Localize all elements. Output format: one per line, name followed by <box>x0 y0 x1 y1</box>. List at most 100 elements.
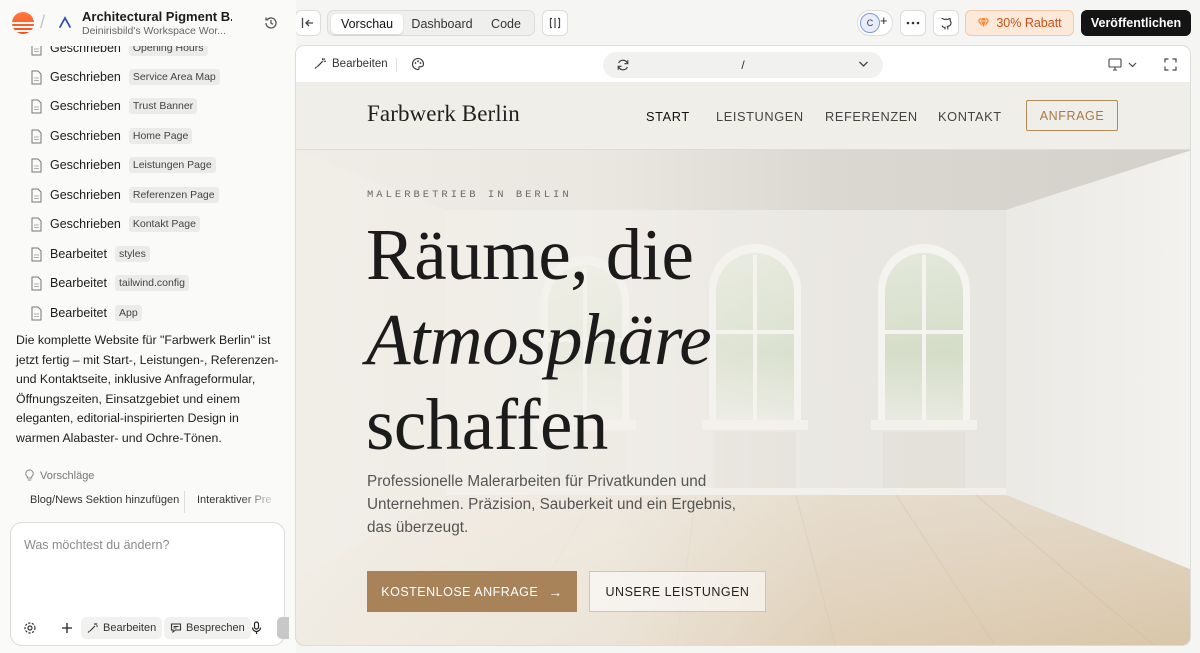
edit-mode-button[interactable]: Bearbeiten <box>81 617 163 639</box>
discuss-mode-label: Besprechen <box>186 622 245 634</box>
file-icon <box>31 70 42 84</box>
file-action: Geschrieben <box>50 188 121 202</box>
breadcrumb-separator: / <box>40 12 46 32</box>
composer-input[interactable]: Was möchtest du ändern? <box>24 538 169 552</box>
avatar: C <box>860 13 880 33</box>
file-action: Geschrieben <box>50 99 121 113</box>
chevron-down-icon <box>1128 62 1137 67</box>
list-item[interactable]: Geschrieben Home Page <box>30 126 193 146</box>
chip-divider <box>184 491 185 513</box>
voice-button[interactable] <box>251 617 266 639</box>
website-preview: Farbwerk Berlin START LEISTUNGEN REFEREN… <box>296 83 1190 645</box>
chat-sidebar: Geschrieben Opening Hours Geschrieben Se… <box>0 0 296 653</box>
file-action: Bearbeitet <box>50 276 107 290</box>
tab-vorschau[interactable]: Vorschau <box>331 14 403 34</box>
discuss-mode-button[interactable]: Besprechen <box>164 617 251 639</box>
split-view-icon <box>549 17 561 29</box>
hero-headline-line-3: schaffen <box>366 384 608 465</box>
collapse-sidebar-icon <box>301 18 313 28</box>
project-title[interactable]: Architectural Pigment B... <box>82 9 232 24</box>
preview-panel: Bearbeiten / Farbwerk Berlin START LEIST… <box>295 45 1191 646</box>
file-icon <box>31 158 42 172</box>
settings-icon <box>24 622 36 634</box>
arrow-right-icon: → <box>548 583 563 600</box>
suggestions-label: Vorschläge <box>40 469 95 482</box>
settings-button[interactable] <box>23 617 41 639</box>
collaborators[interactable]: C + <box>857 10 893 36</box>
workspace-name: Deinirisbild's Workspace Wor... <box>82 25 226 37</box>
nav-kontakt[interactable]: KONTAKT <box>938 109 1002 124</box>
monitor-icon <box>1108 58 1122 71</box>
file-icon <box>31 306 42 320</box>
nav-start[interactable]: START <box>646 109 690 124</box>
list-item[interactable]: Geschrieben Leistungen Page <box>30 155 216 175</box>
toolbar-divider <box>396 58 397 72</box>
nav-anfrage-button[interactable]: ANFRAGE <box>1026 100 1118 131</box>
file-tag: Referenzen Page <box>128 187 219 203</box>
discount-button[interactable]: 30% Rabatt <box>965 10 1074 36</box>
split-view-button[interactable] <box>542 10 568 36</box>
url-bar[interactable]: / <box>603 52 883 78</box>
mic-icon <box>251 621 262 634</box>
our-services-button[interactable]: UNSERE LEISTUNGEN <box>589 571 766 612</box>
publish-button[interactable]: Veröffentlichen <box>1081 10 1191 36</box>
add-attachment-button[interactable] <box>61 617 77 639</box>
file-icon <box>31 129 42 143</box>
github-icon <box>941 17 952 30</box>
url-path: / <box>741 58 745 72</box>
list-item[interactable]: Bearbeitet styles <box>30 244 150 264</box>
file-icon <box>31 188 42 202</box>
more-button[interactable] <box>900 10 926 36</box>
chat-icon <box>170 623 182 634</box>
gem-icon <box>977 17 990 29</box>
list-item[interactable]: Bearbeitet tailwind.config <box>30 273 189 293</box>
visual-edit-button[interactable]: Bearbeiten <box>314 57 388 70</box>
chip-fade <box>240 490 280 514</box>
nav-referenzen[interactable]: REFERENZEN <box>825 109 918 124</box>
file-action: Bearbeitet <box>50 247 107 261</box>
site-logo[interactable]: Farbwerk Berlin <box>367 101 520 127</box>
github-button[interactable] <box>933 10 959 36</box>
invite-plus-icon: + <box>880 13 888 28</box>
chevron-down-icon[interactable] <box>858 60 869 68</box>
file-tag: Home Page <box>128 128 193 144</box>
visual-edit-label: Bearbeiten <box>332 57 388 70</box>
hero-section: MALERBETRIEB IN BERLIN Räume, die Atmosp… <box>296 150 1190 645</box>
chat-composer[interactable]: Was möchtest du ändern? Bearbeiten Bespr… <box>10 522 289 646</box>
send-button[interactable] <box>277 617 289 639</box>
suggestion-chip[interactable]: Blog/News Sektion hinzufügen <box>30 494 179 506</box>
file-action: Geschrieben <box>50 158 121 172</box>
list-item[interactable]: Bearbeitet App <box>30 303 142 323</box>
list-item[interactable]: Geschrieben Trust Banner <box>30 96 198 116</box>
file-icon <box>31 217 42 231</box>
free-inquiry-button[interactable]: KOSTENLOSE ANFRAGE → <box>367 571 577 612</box>
assistant-message: Die komplette Website für "Farbwerk Berl… <box>16 333 279 445</box>
view-switcher: Vorschau Dashboard Code <box>327 10 535 36</box>
list-item[interactable]: Geschrieben Referenzen Page <box>30 185 219 205</box>
file-action: Geschrieben <box>50 70 121 84</box>
tab-dashboard[interactable]: Dashboard <box>405 14 479 34</box>
file-tag: tailwind.config <box>114 275 189 291</box>
list-item[interactable]: Geschrieben Kontakt Page <box>30 214 200 234</box>
hero-headline-line-2: Atmosphäre <box>366 299 712 380</box>
site-navbar: Farbwerk Berlin START LEISTUNGEN REFEREN… <box>296 83 1190 150</box>
tab-code[interactable]: Code <box>481 14 531 34</box>
fullscreen-icon[interactable] <box>1164 58 1177 71</box>
file-tag: App <box>114 305 142 321</box>
history-icon[interactable] <box>263 15 279 31</box>
preview-toolbar: Bearbeiten / <box>296 46 1190 83</box>
nav-leistungen[interactable]: LEISTUNGEN <box>716 109 804 124</box>
free-inquiry-label: KOSTENLOSE ANFRAGE <box>381 584 539 599</box>
file-tag: Leistungen Page <box>128 157 216 173</box>
palette-icon[interactable] <box>411 57 425 71</box>
file-tag: Service Area Map <box>128 69 220 85</box>
file-tag: Trust Banner <box>128 98 198 114</box>
collapse-sidebar-button[interactable] <box>295 10 321 36</box>
device-selector[interactable] <box>1108 58 1137 71</box>
hero-description: Professionelle Malerarbeiten für Privatk… <box>367 473 737 536</box>
file-tag: Kontakt Page <box>128 216 200 232</box>
lightbulb-icon <box>25 469 34 481</box>
file-icon <box>31 276 42 290</box>
app-logo[interactable] <box>12 12 34 34</box>
list-item[interactable]: Geschrieben Service Area Map <box>30 67 220 87</box>
